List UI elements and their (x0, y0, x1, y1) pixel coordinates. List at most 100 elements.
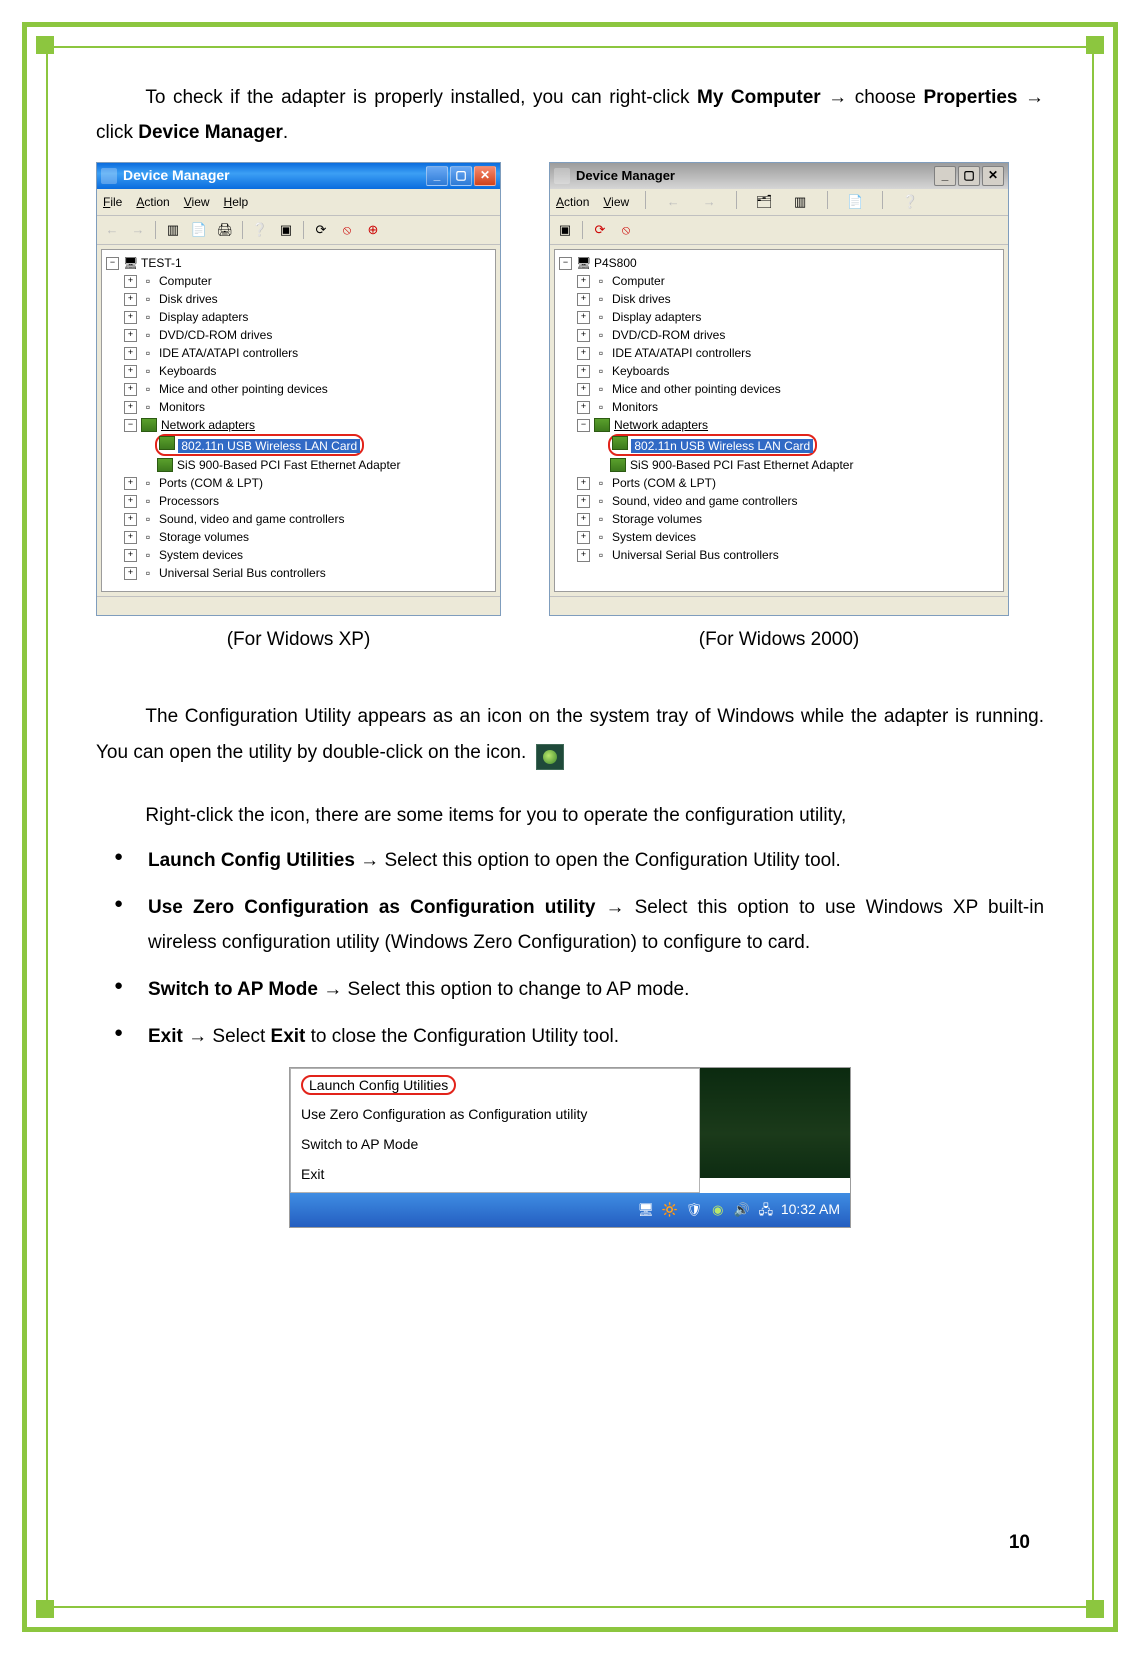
tree-item[interactable]: +▫IDE ATA/ATAPI controllers (124, 344, 491, 362)
minimize-button[interactable]: _ (426, 166, 448, 186)
tree-item[interactable]: +▫Universal Serial Bus controllers (577, 546, 999, 564)
tree-item[interactable]: +▫Processors (124, 492, 491, 510)
scan-icon[interactable]: ⟳ (589, 219, 611, 241)
expander-plus-icon[interactable]: + (124, 477, 137, 490)
expander-plus-icon[interactable]: + (124, 275, 137, 288)
tree-item-ethernet[interactable]: SiS 900-Based PCI Fast Ethernet Adapter (595, 456, 999, 474)
tree-root[interactable]: − 🖥 TEST-1 (106, 254, 491, 272)
tree-item[interactable]: +▫Monitors (124, 398, 491, 416)
expander-plus-icon[interactable]: + (577, 365, 590, 378)
grid-icon[interactable]: ▥ (162, 219, 184, 241)
expander-plus-icon[interactable]: + (124, 513, 137, 526)
minimize-button[interactable]: _ (934, 166, 956, 186)
tree-item[interactable]: +▫System devices (124, 546, 491, 564)
tree-item[interactable]: +▫DVD/CD-ROM drives (124, 326, 491, 344)
tray-volume-icon[interactable]: 🔊 (733, 1201, 751, 1219)
expander-plus-icon[interactable]: + (124, 347, 137, 360)
tree-item-wireless-card[interactable]: 802.11n USB Wireless LAN Card (142, 434, 491, 456)
expander-minus-icon[interactable]: − (106, 257, 119, 270)
maximize-button[interactable]: ▢ (958, 166, 980, 186)
expander-plus-icon[interactable]: + (577, 311, 590, 324)
maximize-button[interactable]: ▢ (450, 166, 472, 186)
uninstall-icon[interactable]: ▣ (554, 219, 576, 241)
expander-plus-icon[interactable]: + (124, 365, 137, 378)
expander-minus-icon[interactable]: − (559, 257, 572, 270)
menu-item-launch[interactable]: Launch Config Utilities (301, 1073, 689, 1099)
tray-icon[interactable]: 🔆 (661, 1201, 679, 1219)
menu-view[interactable]: View (603, 191, 629, 213)
expander-plus-icon[interactable]: + (577, 513, 590, 526)
tree-item[interactable]: +▫Keyboards (124, 362, 491, 380)
grid-icon[interactable]: ▥ (789, 191, 811, 213)
expander-plus-icon[interactable]: + (577, 401, 590, 414)
tree-item[interactable]: +▫Display adapters (577, 308, 999, 326)
expander-plus-icon[interactable]: + (124, 495, 137, 508)
properties-icon[interactable]: 📄 (844, 191, 866, 213)
scan-icon[interactable]: ⟳ (310, 219, 332, 241)
tree-item[interactable]: +▫Computer (577, 272, 999, 290)
tree-item[interactable]: +▫IDE ATA/ATAPI controllers (577, 344, 999, 362)
tray-utility-icon[interactable]: ◉ (709, 1201, 727, 1219)
expander-plus-icon[interactable]: + (577, 495, 590, 508)
tray-icon[interactable]: 🛡 (685, 1201, 703, 1219)
expander-plus-icon[interactable]: + (124, 329, 137, 342)
disable-icon[interactable]: ⦸ (336, 219, 358, 241)
tree-item[interactable]: +▫Storage volumes (577, 510, 999, 528)
expander-plus-icon[interactable]: + (577, 549, 590, 562)
tree-item-wireless-card[interactable]: 802.11n USB Wireless LAN Card (595, 434, 999, 456)
tree-item[interactable]: +▫Display adapters (124, 308, 491, 326)
expander-plus-icon[interactable]: + (124, 549, 137, 562)
expander-plus-icon[interactable]: + (577, 531, 590, 544)
tree-item[interactable]: +▫DVD/CD-ROM drives (577, 326, 999, 344)
tree-item[interactable]: +▫Mice and other pointing devices (124, 380, 491, 398)
expander-plus-icon[interactable]: + (124, 383, 137, 396)
disable-icon[interactable]: ⦸ (615, 219, 637, 241)
expander-plus-icon[interactable]: + (124, 293, 137, 306)
expander-plus-icon[interactable]: + (124, 311, 137, 324)
enable-icon[interactable]: ⊕ (362, 219, 384, 241)
expander-plus-icon[interactable]: + (577, 347, 590, 360)
tree-item[interactable]: +▫Disk drives (577, 290, 999, 308)
close-button[interactable]: ✕ (474, 166, 496, 186)
tree-icon[interactable]: 🗂 (753, 191, 775, 213)
help-icon[interactable]: ❔ (249, 219, 271, 241)
menu-action[interactable]: Action (136, 191, 169, 213)
expander-minus-icon[interactable]: − (577, 419, 590, 432)
expander-plus-icon[interactable]: + (124, 401, 137, 414)
tree-item[interactable]: +▫System devices (577, 528, 999, 546)
tree-item[interactable]: +▫Monitors (577, 398, 999, 416)
tree-item[interactable]: +▫Universal Serial Bus controllers (124, 564, 491, 582)
tray-icon[interactable]: 🖥 (637, 1201, 655, 1219)
tree-item[interactable]: +▫Ports (COM & LPT) (124, 474, 491, 492)
tree-item[interactable]: +▫Sound, video and game controllers (577, 492, 999, 510)
expander-plus-icon[interactable]: + (124, 531, 137, 544)
expander-plus-icon[interactable]: + (577, 293, 590, 306)
forward-icon[interactable]: → (127, 219, 149, 241)
tree-item-ethernet[interactable]: SiS 900-Based PCI Fast Ethernet Adapter (142, 456, 491, 474)
tree-item-network-adapters[interactable]: − Network adapters (577, 416, 999, 434)
menu-item-exit[interactable]: Exit (301, 1162, 689, 1188)
tree-item[interactable]: +▫Computer (124, 272, 491, 290)
menu-item-zero-config[interactable]: Use Zero Configuration as Configuration … (301, 1102, 689, 1128)
menu-view[interactable]: View (184, 191, 210, 213)
print-icon[interactable]: 🖨 (214, 219, 236, 241)
forward-icon[interactable]: → (698, 191, 720, 213)
expander-plus-icon[interactable]: + (577, 383, 590, 396)
menu-file[interactable]: File (103, 191, 122, 213)
tree-root[interactable]: − 🖥 P4S800 (559, 254, 999, 272)
help-icon[interactable]: ❔ (899, 191, 921, 213)
tree-item[interactable]: +▫Mice and other pointing devices (577, 380, 999, 398)
tree-item[interactable]: +▫Storage volumes (124, 528, 491, 546)
tree-item[interactable]: +▫Sound, video and game controllers (124, 510, 491, 528)
tree-item-network-adapters[interactable]: − Network adapters (124, 416, 491, 434)
expander-plus-icon[interactable]: + (577, 329, 590, 342)
back-icon[interactable]: ← (101, 219, 123, 241)
tree-item[interactable]: +▫Keyboards (577, 362, 999, 380)
tray-icon[interactable]: 🖧 (757, 1201, 775, 1219)
expander-plus-icon[interactable]: + (124, 567, 137, 580)
menu-item-ap-mode[interactable]: Switch to AP Mode (301, 1132, 689, 1158)
expander-minus-icon[interactable]: − (124, 419, 137, 432)
menu-help[interactable]: Help (224, 191, 249, 213)
tree-item[interactable]: +▫Ports (COM & LPT) (577, 474, 999, 492)
properties-icon[interactable]: 📄 (188, 219, 210, 241)
